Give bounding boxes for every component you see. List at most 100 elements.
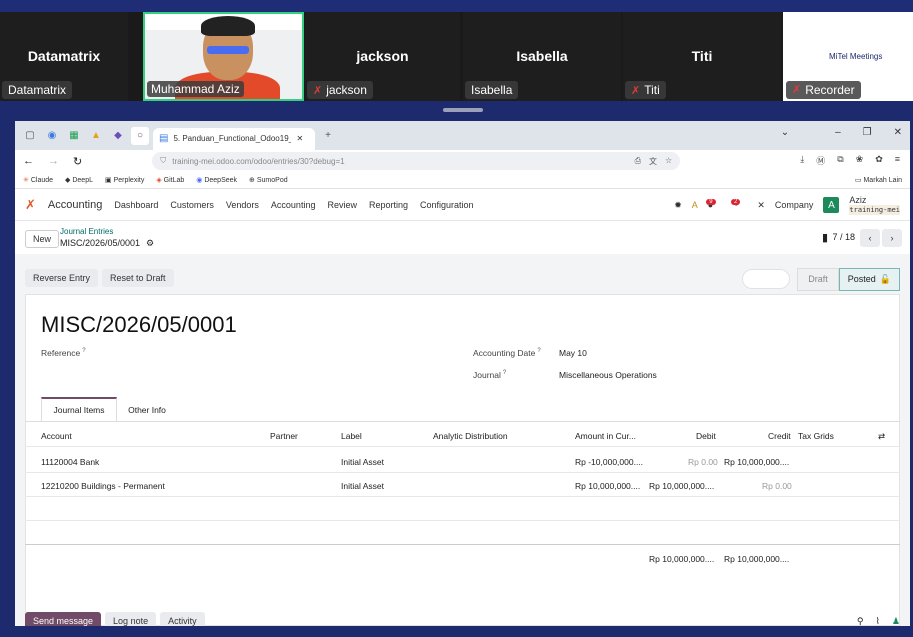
- menu-dashboard[interactable]: Dashboard: [114, 200, 158, 210]
- bookmark-sumopod[interactable]: ⊕ SumoPod: [249, 176, 288, 184]
- col-debit[interactable]: Debit: [696, 431, 716, 441]
- menu-icon[interactable]: ≡: [895, 154, 900, 167]
- chatter-buttons: Send message Log note Activity: [25, 612, 205, 626]
- restore-icon[interactable]: ❐: [863, 127, 872, 138]
- bookmark-perplexity[interactable]: ▣ Perplexity: [105, 176, 144, 184]
- mic-muted-icon: ✗: [631, 84, 641, 97]
- record-gear-icon[interactable]: ⚙: [146, 238, 154, 249]
- tabs-divider: [25, 421, 900, 422]
- table-row[interactable]: 12210200 Buildings - Permanent Initial A…: [25, 473, 900, 497]
- ai-icon[interactable]: A: [692, 200, 698, 210]
- bookmark-claude[interactable]: ✳ Claude: [23, 176, 53, 184]
- menu-reporting[interactable]: Reporting: [369, 200, 408, 210]
- extensions-icon[interactable]: ⧉: [837, 154, 843, 167]
- col-amount-currency[interactable]: Amount in Cur...: [575, 431, 636, 441]
- extension2-icon[interactable]: ✿: [875, 154, 883, 167]
- attachment-icon[interactable]: ⌇: [876, 616, 880, 626]
- accounting-date-value[interactable]: May 10: [559, 348, 587, 358]
- close-window-icon[interactable]: ✕: [894, 127, 902, 138]
- downloads-icon[interactable]: ⤓: [800, 154, 804, 167]
- forward-icon[interactable]: →: [48, 155, 59, 167]
- tab-journal-items[interactable]: Journal Items: [41, 397, 117, 421]
- status-draft[interactable]: Draft: [797, 268, 839, 291]
- share-drag-handle[interactable]: [443, 108, 483, 112]
- col-partner[interactable]: Partner: [270, 431, 298, 441]
- line-debit: Rp 10,000,000....: [649, 481, 715, 491]
- activity-icon[interactable]: ◔2: [731, 199, 748, 210]
- debug-icon[interactable]: ✹: [674, 200, 682, 211]
- followers-icon[interactable]: ♟: [892, 616, 900, 626]
- send-message-button[interactable]: Send message: [25, 612, 102, 626]
- speaker-video[interactable]: Muhammad Aziz: [143, 12, 304, 101]
- menu-vendors[interactable]: Vendors: [226, 200, 259, 210]
- tab-document[interactable]: ▤ 5. Panduan_Functional_Odoo19_Ac ✕: [153, 127, 315, 150]
- extension-icon[interactable]: ❀: [856, 154, 864, 167]
- participant-tile-titi[interactable]: Titi ✗ Titi: [623, 12, 781, 101]
- col-credit[interactable]: Credit: [768, 431, 791, 441]
- activity-button[interactable]: Activity: [160, 612, 205, 626]
- site-info-icon[interactable]: ⛉: [160, 156, 166, 166]
- col-tax-grids[interactable]: Tax Grids: [798, 431, 834, 441]
- browser-actions: ⤓ Ⓜ ⧉ ❀ ✿ ≡: [800, 154, 900, 167]
- reload-icon[interactable]: ↻: [73, 155, 82, 168]
- new-button[interactable]: New: [25, 230, 60, 248]
- minimize-icon[interactable]: –: [835, 127, 841, 138]
- column-settings-icon[interactable]: ⇄: [878, 431, 885, 442]
- gitlab-icon: ◈: [156, 177, 162, 184]
- recorder-tile[interactable]: MiTel Meetings ✗ Recorder: [783, 12, 913, 101]
- company-switcher[interactable]: Company: [775, 200, 814, 210]
- pinned-drive-icon[interactable]: ▲: [87, 127, 105, 145]
- col-account[interactable]: Account: [41, 431, 72, 441]
- table-row-empty[interactable]: [25, 521, 900, 545]
- journal-label: Journal?: [473, 370, 507, 380]
- breadcrumb-parent[interactable]: Journal Entries: [60, 227, 113, 236]
- bookmark-deepl[interactable]: ◆ DeepL: [65, 176, 93, 184]
- menu-customers[interactable]: Customers: [170, 200, 214, 210]
- journal-value[interactable]: Miscellaneous Operations: [559, 370, 657, 380]
- tab-actions-icon[interactable]: ▢: [21, 127, 39, 145]
- pager-value[interactable]: 7 / 18: [832, 232, 855, 242]
- odoo-app-icon[interactable]: ✗: [25, 197, 36, 213]
- reset-to-draft-button[interactable]: Reset to Draft: [102, 269, 174, 287]
- col-analytic[interactable]: Analytic Distribution: [433, 431, 508, 441]
- url-field[interactable]: ⛉ training-mei.odoo.com/odoo/entries/30?…: [152, 152, 681, 170]
- close-tab-icon[interactable]: ✕: [296, 134, 303, 143]
- user-menu[interactable]: Aziz training-mei: [849, 195, 900, 215]
- menu-review[interactable]: Review: [327, 200, 357, 210]
- log-note-button[interactable]: Log note: [105, 612, 157, 626]
- pinned-sheets-icon[interactable]: ▦: [65, 127, 83, 145]
- participant-tile-jackson[interactable]: jackson ✗ jackson: [305, 12, 460, 101]
- bookmark-star-icon[interactable]: ☆: [665, 156, 672, 167]
- chat-icon[interactable]: ●9: [706, 199, 723, 210]
- back-icon[interactable]: ←: [23, 155, 34, 167]
- translate-icon[interactable]: 文: [649, 156, 657, 167]
- col-label[interactable]: Label: [341, 431, 362, 441]
- settings-tools-icon[interactable]: ✕: [757, 200, 765, 211]
- menu-accounting[interactable]: Accounting: [271, 200, 316, 210]
- screen-top: [0, 0, 913, 12]
- participant-tile-isabella[interactable]: Isabella Isabella: [463, 12, 621, 101]
- menu-configuration[interactable]: Configuration: [420, 200, 474, 210]
- other-bookmarks[interactable]: ▭ Markah Lain: [855, 176, 902, 184]
- search-icon[interactable]: ⚲: [857, 616, 864, 626]
- table-row-empty[interactable]: [25, 497, 900, 521]
- pinned-gitlab-icon[interactable]: ◆: [109, 127, 127, 145]
- pager-next-button[interactable]: ›: [882, 229, 902, 247]
- new-tab-icon[interactable]: +: [319, 127, 337, 145]
- install-icon[interactable]: ⎙: [635, 156, 641, 167]
- bookmark-gitlab[interactable]: ◈ GitLab: [156, 176, 184, 184]
- reverse-entry-button[interactable]: Reverse Entry: [25, 269, 99, 287]
- pager-prev-button[interactable]: ‹: [860, 229, 880, 247]
- user-avatar[interactable]: A: [823, 197, 840, 213]
- attachments-icon[interactable]: ▮: [822, 231, 828, 244]
- status-posted[interactable]: Posted 🔓: [838, 268, 900, 291]
- pinned-tab-icon[interactable]: ◉: [43, 127, 61, 145]
- profile-m-icon[interactable]: Ⓜ: [816, 154, 825, 167]
- tab-other-info[interactable]: Other Info: [119, 398, 175, 421]
- participant-tile-datamatrix[interactable]: Datamatrix Datamatrix: [0, 12, 128, 101]
- bookmark-deepseek[interactable]: ◉ DeepSeek: [196, 176, 237, 184]
- app-name[interactable]: Accounting: [48, 199, 102, 211]
- table-row[interactable]: 11120004 Bank Initial Asset Rp -10,000,0…: [25, 449, 900, 473]
- pinned-odoo-icon[interactable]: ○: [131, 126, 149, 145]
- tab-search-icon[interactable]: ⌄: [781, 127, 789, 138]
